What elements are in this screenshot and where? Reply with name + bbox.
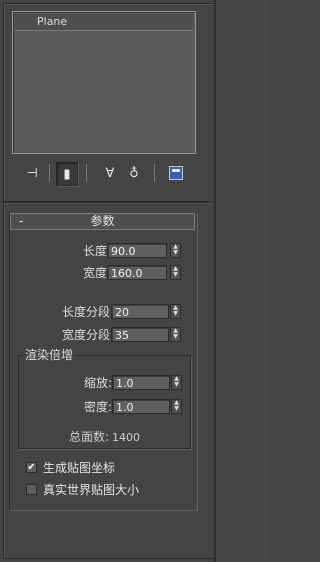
length-segs-label: 长度分段: — [61, 305, 114, 319]
width-segs-label: 宽度分段: — [61, 328, 114, 342]
width-spinner[interactable]: ▲ ▼ — [170, 265, 181, 280]
length-segs-row: 长度分段: 20 ▲ ▼ — [10, 303, 197, 321]
show-end-result-button[interactable]: ▮ — [56, 162, 78, 186]
length-segs-input[interactable]: 20 — [111, 304, 169, 319]
make-unique-icon: ∀ — [105, 165, 115, 181]
make-unique-button[interactable]: ∀ — [100, 162, 120, 184]
width-segs-spinner[interactable]: ▲ ▼ — [170, 327, 181, 342]
density-row: 密度: 1.0 ▲ ▼ — [11, 398, 198, 416]
remove-modifier-button[interactable]: ♁ — [124, 162, 144, 184]
width-row: 宽度: 160.0 ▲ ▼ — [10, 264, 197, 282]
density-spinner[interactable]: ▲ ▼ — [171, 399, 182, 414]
modifier-stack-toolbar: ⊣ ▮ ∀ ♁ — [16, 160, 196, 186]
density-label: 密度: — [83, 400, 112, 414]
toolbar-divider — [49, 164, 50, 182]
gen-mapping-coords-checkbox[interactable]: ✔ — [26, 462, 37, 473]
scale-row: 缩放: 1.0 ▲ ▼ — [11, 374, 198, 392]
toolbar-divider — [154, 164, 155, 182]
real-world-map-size-checkbox[interactable] — [26, 484, 37, 495]
modifier-stack-list[interactable]: Plane — [12, 11, 196, 154]
length-segs-spinner[interactable]: ▲ ▼ — [170, 304, 181, 319]
length-spinner[interactable]: ▲ ▼ — [170, 243, 181, 258]
render-multipliers-title: 渲染倍增 — [23, 347, 76, 363]
configure-modifier-sets-button[interactable] — [166, 162, 186, 184]
total-faces-value: 1400 — [112, 431, 141, 444]
viewport-edge — [216, 0, 270, 562]
remove-modifier-icon: ♁ — [129, 165, 139, 181]
rollout-header[interactable]: - 参数 — [10, 213, 195, 230]
width-segs-row: 宽度分段: 35 ▲ ▼ — [10, 326, 197, 344]
width-segs-input[interactable]: 35 — [111, 327, 169, 342]
scale-spinner[interactable]: ▲ ▼ — [171, 375, 182, 390]
render-multipliers-group: 渲染倍增 缩放: 1.0 ▲ ▼ 密度: 1.0 ▲ ▼ 总面数: 1400 — [18, 347, 191, 449]
configure-modifier-sets-icon — [169, 166, 183, 180]
scale-label: 缩放: — [83, 376, 112, 390]
length-row: 长度: 90.0 ▲ ▼ — [10, 242, 197, 260]
real-world-map-size-label: 真实世界贴图大小 — [43, 483, 140, 497]
length-input[interactable]: 90.0 — [107, 243, 167, 258]
parameters-rollout: - 参数 长度: 90.0 ▲ ▼ 宽度: 160.0 ▲ ▼ 长度分段: 20 ▲… — [9, 213, 198, 511]
pin-icon: ⊣ — [26, 165, 38, 181]
total-faces-label: 总面数: — [69, 430, 110, 444]
section-divider — [4, 201, 212, 204]
scale-input[interactable]: 1.0 — [112, 375, 170, 390]
gen-mapping-coords-label: 生成贴图坐标 — [43, 461, 116, 475]
density-input[interactable]: 1.0 — [112, 399, 170, 414]
pin-stack-button[interactable]: ⊣ — [22, 162, 42, 184]
rollout-title: 参数 — [90, 214, 115, 228]
width-input[interactable]: 160.0 — [107, 265, 167, 280]
stack-item-plane[interactable]: Plane — [15, 14, 193, 31]
toolbar-divider — [86, 164, 87, 182]
total-faces: 总面数: 1400 — [69, 428, 140, 445]
show-end-result-icon: ▮ — [63, 166, 71, 182]
